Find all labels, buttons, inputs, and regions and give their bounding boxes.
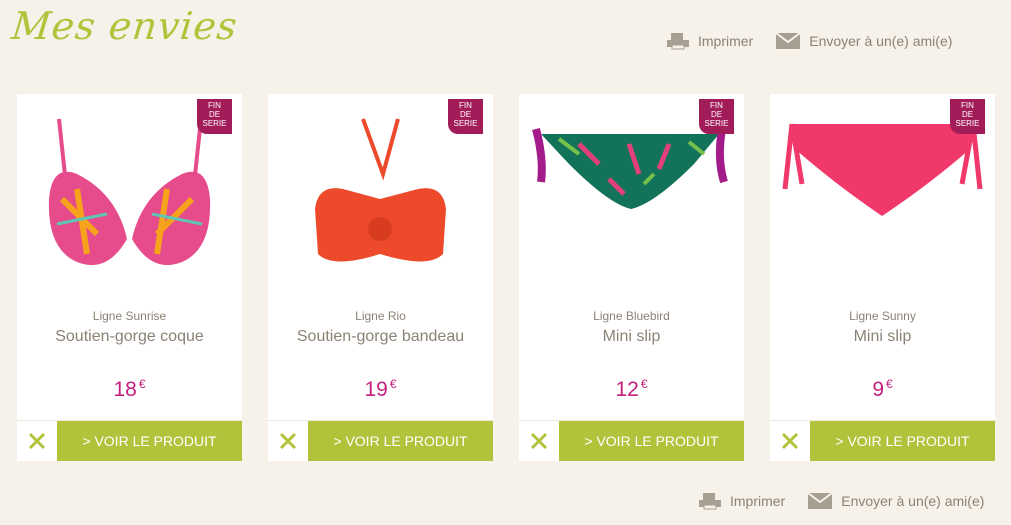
product-price: 12 € [615, 377, 648, 401]
product-line: Ligne Sunny [849, 309, 916, 323]
product-line: Ligne Bluebird [593, 309, 670, 323]
product-card: FIN DE SERIE Ligne Sunny Mini slip 9 € > … [770, 94, 995, 461]
product-price: 19 € [364, 377, 397, 401]
product-card: FIN DE SERIE Ligne Bluebird Mini slip 12… [519, 94, 744, 461]
product-list: FIN DE SERIE Ligne Sunrise Soutien-gorge… [17, 94, 995, 461]
product-line: Ligne Sunrise [92, 309, 167, 323]
remove-button[interactable] [268, 421, 308, 461]
view-product-button[interactable]: > VOIR LE PRODUIT [810, 421, 995, 461]
product-card: FIN DE SERIE Ligne Rio Soutien-gorge ban… [268, 94, 493, 461]
printer-icon [667, 33, 689, 50]
print-label: Imprimer [730, 493, 786, 509]
end-of-series-badge: FIN DE SERIE [448, 99, 483, 134]
view-product-button[interactable]: > VOIR LE PRODUIT [308, 421, 493, 461]
printer-icon [699, 493, 721, 510]
send-label: Envoyer à un(e) ami(e) [841, 493, 985, 509]
close-icon [530, 432, 548, 450]
close-icon [279, 432, 297, 450]
view-product-button[interactable]: > VOIR LE PRODUIT [57, 421, 242, 461]
envelope-icon [775, 32, 801, 49]
product-name[interactable]: Soutien-gorge coque [17, 328, 242, 346]
end-of-series-badge: FIN DE SERIE [699, 99, 734, 134]
close-icon [781, 432, 799, 450]
print-button[interactable]: Imprimer [698, 492, 785, 510]
remove-button[interactable] [519, 421, 559, 461]
print-button[interactable]: Imprimer [666, 32, 753, 50]
envelope-icon [807, 492, 833, 509]
product-name[interactable]: Mini slip [770, 328, 995, 346]
send-button[interactable]: Envoyer à un(e) ami(e) [807, 492, 984, 510]
remove-button[interactable] [17, 421, 57, 461]
view-product-button[interactable]: > VOIR LE PRODUIT [559, 421, 744, 461]
product-line: Ligne Rio [355, 309, 406, 323]
actions-top: Imprimer Envoyer à un(e) ami(e) [666, 32, 952, 50]
product-card: FIN DE SERIE Ligne Sunrise Soutien-gorge… [17, 94, 242, 461]
close-icon [28, 432, 46, 450]
product-name[interactable]: Soutien-gorge bandeau [268, 328, 493, 346]
remove-button[interactable] [770, 421, 810, 461]
product-name[interactable]: Mini slip [519, 328, 744, 346]
product-price: 18 € [113, 377, 146, 401]
actions-bottom: Imprimer Envoyer à un(e) ami(e) [698, 492, 984, 510]
page-title: Mes envies [9, 4, 240, 48]
end-of-series-badge: FIN DE SERIE [197, 99, 232, 134]
send-button[interactable]: Envoyer à un(e) ami(e) [775, 32, 952, 50]
product-price: 9 € [872, 377, 893, 401]
send-label: Envoyer à un(e) ami(e) [809, 33, 953, 49]
end-of-series-badge: FIN DE SERIE [950, 99, 985, 134]
print-label: Imprimer [698, 33, 754, 49]
